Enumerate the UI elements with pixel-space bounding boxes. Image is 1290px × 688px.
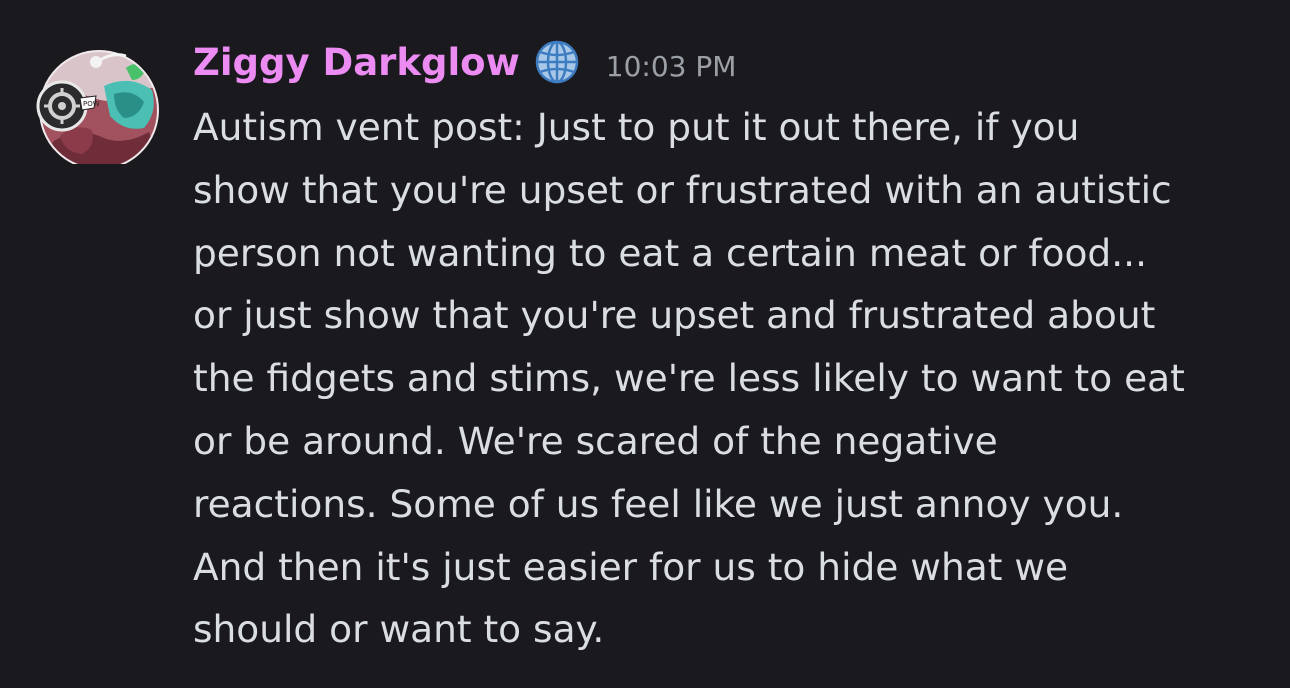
timestamp: 10:03 PM — [605, 49, 737, 83]
message-line: or be around. We're scared of the negati… — [193, 418, 998, 463]
message-line: Autism vent post: Just to put it out the… — [193, 105, 1080, 149]
message-line: show that you're upset or frustrated wit… — [193, 167, 1172, 212]
message-header: Ziggy Darkglow 10:03 PM — [193, 34, 736, 90]
avatar[interactable]: POW — [34, 46, 160, 170]
chat-message: POW Ziggy Darkglow 10:03 PM Autism vent … — [0, 0, 1290, 688]
globe-icon[interactable] — [534, 39, 580, 85]
message-line: the fidgets and stims, we're less likely… — [193, 356, 1185, 401]
username[interactable]: Ziggy Darkglow — [193, 41, 520, 84]
svg-text:POW: POW — [83, 100, 100, 108]
message-line: should or want to say. — [193, 607, 605, 652]
message-content: Autism vent post: Just to put it out the… — [193, 96, 1283, 661]
message-line: reactions. Some of us feel like we just … — [193, 481, 1124, 526]
message-line: or just show that you're upset and frust… — [193, 293, 1156, 338]
character-avatar-icon: POW — [36, 50, 159, 170]
message-line: And then it's just easier for us to hide… — [193, 544, 1069, 589]
message-line: person not wanting to eat a certain meat… — [193, 230, 1147, 275]
